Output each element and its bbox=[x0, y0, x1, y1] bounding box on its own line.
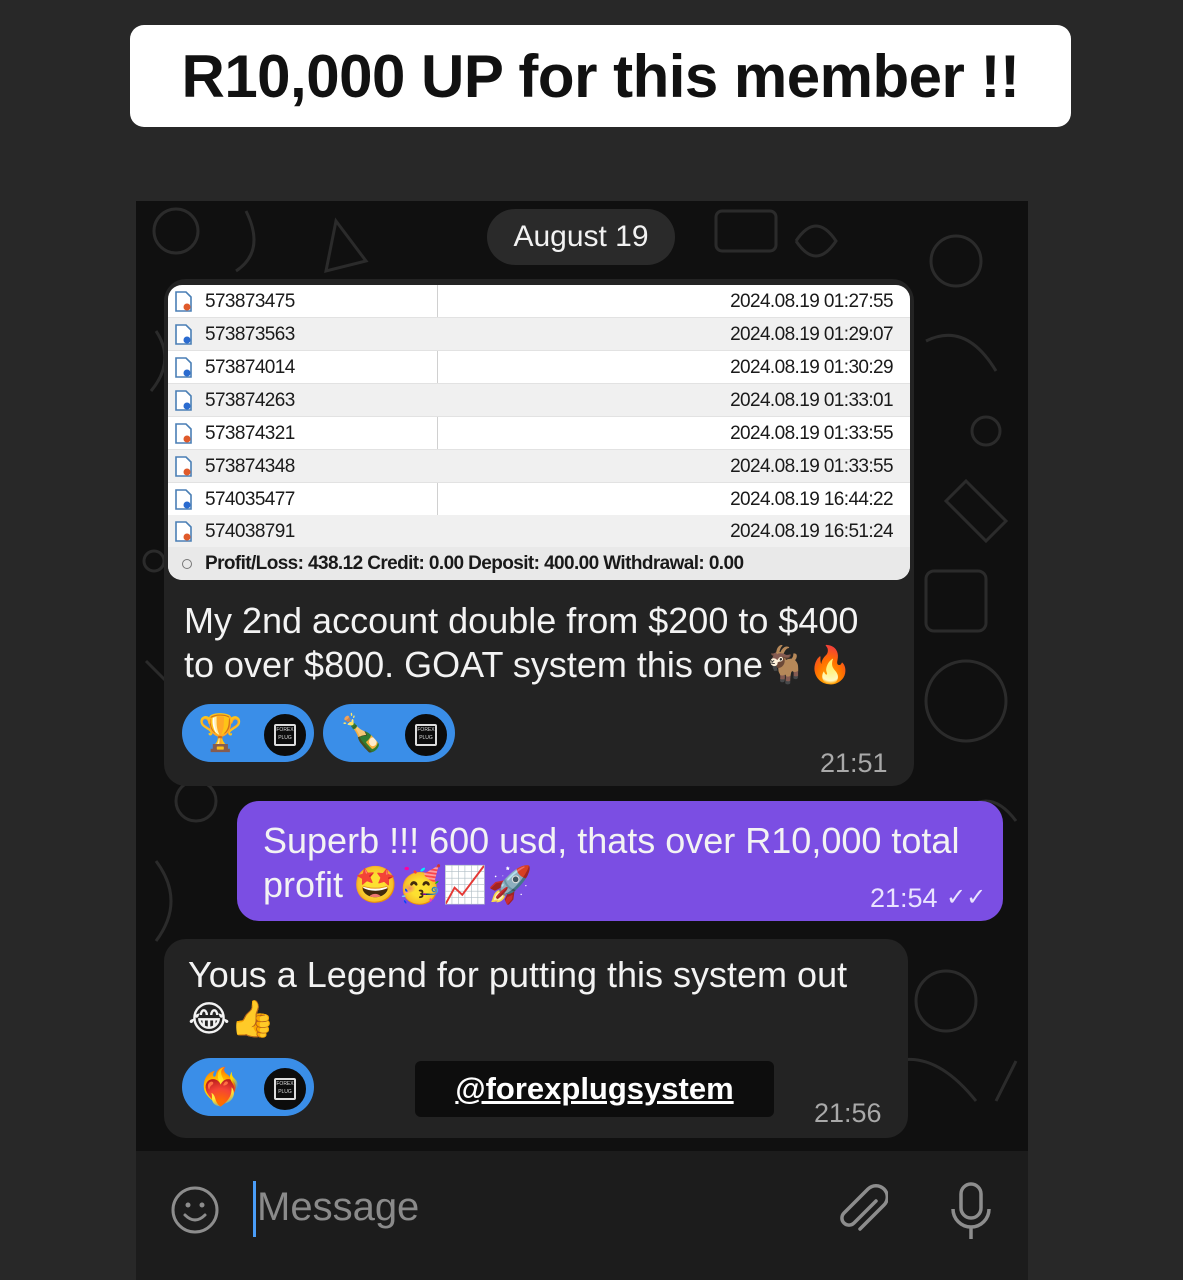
message-time: 21:51 bbox=[820, 748, 888, 778]
order-datetime: 2024.08.19 16:51:24 bbox=[730, 521, 894, 542]
table-row: 573874348 2024.08.19 01:33:55 bbox=[168, 450, 910, 483]
table-row: 573873475 2024.08.19 01:27:55 bbox=[168, 285, 910, 318]
reaction-heart-on-fire[interactable]: ❤️‍🔥 FOREX PLUG bbox=[182, 1058, 314, 1116]
reaction-emoji: ❤️‍🔥 bbox=[198, 1066, 243, 1107]
table-row: 573873563 2024.08.19 01:29:07 bbox=[168, 318, 910, 351]
avatar-label: FOREX PLUG bbox=[274, 1078, 296, 1100]
document-icon bbox=[175, 324, 192, 345]
document-icon bbox=[175, 456, 192, 477]
document-icon bbox=[175, 489, 192, 510]
reaction-trophy[interactable]: 🏆 FOREX PLUG bbox=[182, 704, 314, 762]
order-datetime: 2024.08.19 16:44:22 bbox=[730, 489, 894, 510]
status-dot-icon bbox=[182, 559, 192, 569]
account-summary: Profit/Loss: 438.12 Credit: 0.00 Deposit… bbox=[205, 553, 744, 574]
message-input-bar: Message bbox=[136, 1151, 1028, 1280]
message-line: 😂👍 bbox=[188, 998, 275, 1039]
message-line: to over $800. GOAT system this one🐐🔥 bbox=[184, 644, 853, 685]
microphone-icon[interactable] bbox=[948, 1181, 994, 1243]
order-id: 573874321 bbox=[205, 423, 295, 444]
order-id: 574035477 bbox=[205, 489, 295, 510]
reactor-avatar: FOREX PLUG bbox=[403, 712, 449, 758]
reaction-emoji: 🍾 bbox=[339, 712, 384, 753]
order-id: 573874014 bbox=[205, 357, 295, 378]
date-separator: August 19 bbox=[487, 209, 675, 265]
smile-icon[interactable] bbox=[170, 1185, 220, 1235]
order-id: 573873563 bbox=[205, 324, 295, 345]
message-input[interactable]: Message bbox=[257, 1185, 419, 1230]
watermark-handle: @forexplugsystem bbox=[415, 1061, 774, 1117]
read-receipt-icon: ✓✓ bbox=[946, 884, 987, 911]
text-cursor bbox=[253, 1181, 256, 1237]
chat-window: August 19 573873475 2024.08.19 01:27:55 … bbox=[136, 201, 1028, 1280]
message-text: Superb !!! 600 usd, thats over R10,000 t… bbox=[263, 819, 959, 907]
document-icon bbox=[175, 390, 192, 411]
document-icon bbox=[175, 423, 192, 444]
reaction-champagne[interactable]: 🍾 FOREX PLUG bbox=[323, 704, 455, 762]
message-time: 21:56 bbox=[814, 1098, 882, 1128]
table-row: 574038791 2024.08.19 16:51:24 bbox=[168, 515, 910, 548]
table-row: 573874014 2024.08.19 01:30:29 bbox=[168, 351, 910, 384]
message-text: My 2nd account double from $200 to $400 … bbox=[184, 599, 858, 687]
message-line: My 2nd account double from $200 to $400 bbox=[184, 600, 859, 641]
reactor-avatar: FOREX PLUG bbox=[262, 1066, 308, 1112]
avatar-label: FOREX PLUG bbox=[415, 724, 437, 746]
trade-history-screenshot[interactable]: 573873475 2024.08.19 01:27:55 573873563 … bbox=[168, 285, 910, 580]
order-datetime: 2024.08.19 01:33:55 bbox=[730, 456, 894, 477]
document-icon bbox=[175, 291, 192, 312]
order-datetime: 2024.08.19 01:27:55 bbox=[730, 291, 894, 312]
order-id: 573874263 bbox=[205, 390, 295, 411]
order-id: 574038791 bbox=[205, 521, 295, 542]
table-row: 573874263 2024.08.19 01:33:01 bbox=[168, 384, 910, 417]
paperclip-icon[interactable] bbox=[836, 1181, 888, 1241]
document-icon bbox=[175, 521, 192, 542]
message-text: Yous a Legend for putting this system ou… bbox=[188, 953, 847, 1041]
order-datetime: 2024.08.19 01:30:29 bbox=[730, 357, 894, 378]
table-row: 574035477 2024.08.19 16:44:22 bbox=[168, 483, 910, 516]
order-datetime: 2024.08.19 01:33:01 bbox=[730, 390, 894, 411]
reactor-avatar: FOREX PLUG bbox=[262, 712, 308, 758]
banner-title: R10,000 UP for this member !! bbox=[181, 42, 1020, 110]
reaction-emoji: 🏆 bbox=[198, 712, 243, 753]
message-line: Superb !!! 600 usd, thats over R10,000 t… bbox=[263, 820, 960, 861]
message-time: 21:54 bbox=[870, 883, 938, 913]
message-line: Yous a Legend for putting this system ou… bbox=[188, 954, 848, 995]
order-id: 573874348 bbox=[205, 456, 295, 477]
order-datetime: 2024.08.19 01:29:07 bbox=[730, 324, 894, 345]
table-row: 573874321 2024.08.19 01:33:55 bbox=[168, 417, 910, 450]
order-datetime: 2024.08.19 01:33:55 bbox=[730, 423, 894, 444]
account-summary-row: Profit/Loss: 438.12 Credit: 0.00 Deposit… bbox=[168, 547, 910, 580]
message-line: profit 🤩🥳📈🚀 bbox=[263, 864, 533, 905]
promo-banner: R10,000 UP for this member !! bbox=[130, 25, 1071, 127]
avatar-label: FOREX PLUG bbox=[274, 724, 296, 746]
document-icon bbox=[175, 357, 192, 378]
order-id: 573873475 bbox=[205, 291, 295, 312]
